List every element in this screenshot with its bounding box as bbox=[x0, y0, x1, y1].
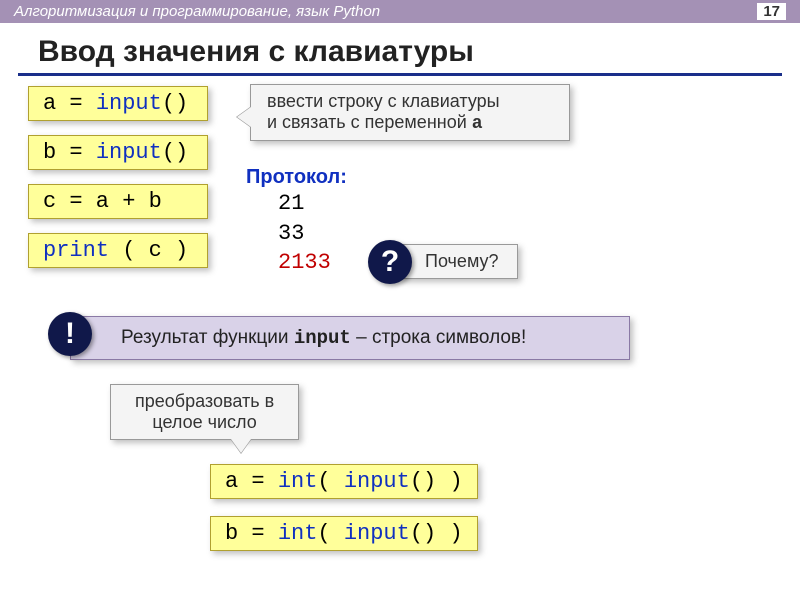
callout-text-line1: ввести строку с клавиатуры bbox=[267, 91, 553, 112]
callout-convert: преобразовать в целое число bbox=[110, 384, 299, 440]
protocol-lines: 21 33 2133 bbox=[278, 189, 347, 278]
callout-why: Почему? bbox=[400, 244, 518, 279]
callout-convert-line2: целое число bbox=[135, 412, 274, 433]
slide-content: a = input() b = input() c = a + b print … bbox=[0, 86, 800, 606]
protocol-out: 2133 bbox=[278, 248, 347, 278]
protocol-in2: 33 bbox=[278, 219, 347, 249]
code-line-2: b = input() bbox=[28, 135, 208, 170]
callout-text-line2: и связать с переменной a bbox=[267, 112, 553, 134]
result-bar: Результат функции input – строка символо… bbox=[70, 316, 630, 360]
code-int-b: b = int( input() ) bbox=[210, 516, 478, 551]
code-line-3: c = a + b bbox=[28, 184, 208, 219]
protocol-label: Протокол: bbox=[246, 166, 347, 189]
code-line-1: a = input() bbox=[28, 86, 208, 121]
question-mark-icon: ? bbox=[368, 240, 412, 284]
header-bar: Алгоритмизация и программирование, язык … bbox=[0, 0, 800, 23]
code-int-a: a = int( input() ) bbox=[210, 464, 478, 499]
callout-why-text: Почему? bbox=[425, 251, 499, 271]
code-line-4: print ( c ) bbox=[28, 233, 208, 268]
exclaim-mark-icon: ! bbox=[48, 312, 92, 356]
result-row: ! Результат функции input – строка симво… bbox=[70, 316, 630, 360]
callout-tail-down-icon bbox=[231, 439, 251, 453]
breadcrumb: Алгоритмизация и программирование, язык … bbox=[14, 3, 380, 20]
callout-input-explain: ввести строку с клавиатуры и связать с п… bbox=[250, 84, 570, 141]
callout-convert-line1: преобразовать в bbox=[135, 391, 274, 412]
callout-tail-icon bbox=[237, 107, 251, 127]
code-stack: a = input() b = input() c = a + b print … bbox=[28, 86, 208, 282]
page-number: 17 bbox=[757, 3, 786, 20]
page-title: Ввод значения с клавиатуры bbox=[18, 23, 782, 76]
protocol-in1: 21 bbox=[278, 189, 347, 219]
protocol-block: Протокол: 21 33 2133 bbox=[246, 166, 347, 278]
